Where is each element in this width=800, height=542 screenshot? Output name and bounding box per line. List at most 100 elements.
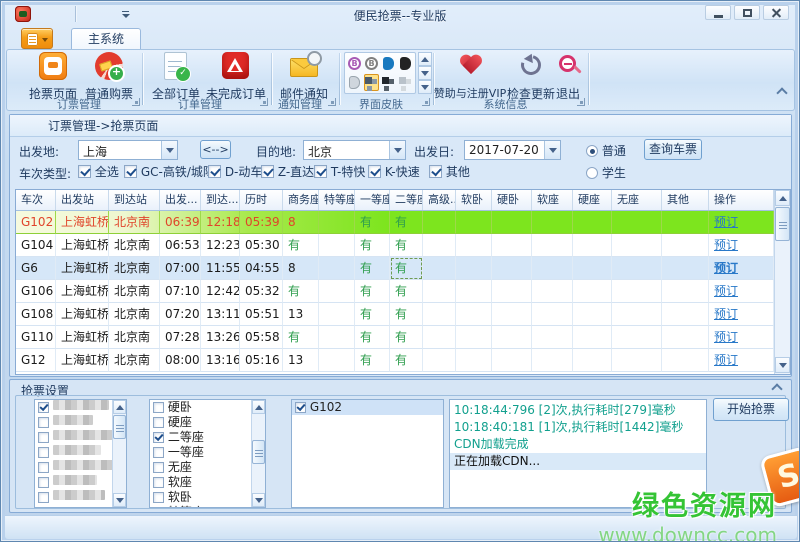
chevron-down-icon[interactable] xyxy=(544,141,560,159)
radio-normal[interactable]: 普通 xyxy=(586,142,626,159)
book-link[interactable]: 预订 xyxy=(714,238,738,252)
train-type-checkbox[interactable]: K-快速 xyxy=(368,163,420,180)
ribbon-button-unfinished-orders[interactable]: 未完成订单 xyxy=(204,52,268,98)
close-button[interactable] xyxy=(763,5,789,20)
column-header[interactable]: 一等座 xyxy=(355,190,390,210)
column-header[interactable]: 操作 xyxy=(709,190,774,210)
list-scrollbar[interactable] xyxy=(112,400,126,507)
ribbon-button-sponsor-vip[interactable]: 赞助与注册VIP xyxy=(433,52,507,98)
date-select[interactable]: 2017-07-20 xyxy=(464,140,561,160)
log-line[interactable]: 正在加载CDN... xyxy=(450,453,706,470)
seat-type-row[interactable]: 硬座 xyxy=(150,415,265,430)
column-header[interactable]: 无座 xyxy=(612,190,662,210)
application-menu-button[interactable] xyxy=(21,28,53,49)
chevron-down-icon[interactable] xyxy=(389,141,405,159)
column-header[interactable]: 出发... xyxy=(160,190,201,210)
table-scrollbar[interactable] xyxy=(774,190,790,374)
gallery-more-button[interactable] xyxy=(418,80,432,94)
ribbon-button-grab-page[interactable]: 抢票页面 xyxy=(27,52,79,98)
selected-train-row[interactable]: G102 xyxy=(292,400,443,415)
table-row[interactable]: G110上海虹桥北京南07:2813:2605:58有有有预订 xyxy=(16,326,790,349)
scroll-up-button[interactable] xyxy=(113,400,126,414)
column-header[interactable]: 硬卧 xyxy=(492,190,532,210)
start-grab-button[interactable]: 开始抢票 xyxy=(713,398,789,421)
dialog-launcher-icon[interactable] xyxy=(132,98,140,106)
table-row[interactable]: G12上海虹桥北京南08:0013:1605:1613有有预订 xyxy=(16,349,790,372)
column-header[interactable]: 特等座 xyxy=(319,190,355,210)
book-link[interactable]: 预订 xyxy=(714,261,738,275)
chevron-down-icon[interactable] xyxy=(161,141,177,159)
scroll-down-button[interactable] xyxy=(113,493,126,507)
table-row[interactable]: G6上海虹桥北京南07:0011:5504:558有有预订 xyxy=(16,257,790,280)
column-header[interactable]: 软卧 xyxy=(456,190,492,210)
list-scrollbar[interactable] xyxy=(251,400,265,507)
swap-button[interactable]: <--> xyxy=(200,140,231,159)
train-type-checkbox[interactable]: Z-直达 xyxy=(261,163,314,180)
column-header[interactable]: 到达站 xyxy=(109,190,160,210)
skin-option[interactable] xyxy=(398,55,413,72)
column-header[interactable]: 车次 xyxy=(16,190,56,210)
skin-option-selected[interactable] xyxy=(364,74,379,91)
seat-type-row[interactable]: 二等座 xyxy=(150,430,265,445)
seat-type-row[interactable]: 软座 xyxy=(150,475,265,490)
scroll-down-button[interactable] xyxy=(252,493,265,507)
book-link[interactable]: 预订 xyxy=(714,215,738,229)
book-link[interactable]: 预订 xyxy=(714,330,738,344)
column-header[interactable]: 硬座 xyxy=(573,190,612,210)
ribbon-button-exit[interactable]: 退出 xyxy=(552,52,584,98)
query-tickets-button[interactable]: 查询车票 xyxy=(644,139,702,160)
column-header[interactable]: 到达... xyxy=(201,190,240,210)
table-row[interactable]: G102上海虹桥北京南06:3912:1805:398有有预订 xyxy=(16,211,790,234)
train-type-checkbox[interactable]: GC-高铁/城际 xyxy=(124,163,215,180)
seat-type-row[interactable]: 软卧 xyxy=(150,490,265,505)
scroll-up-button[interactable] xyxy=(775,190,790,206)
to-select[interactable]: 北京 xyxy=(303,140,406,160)
ribbon-button-mail-notify[interactable]: 邮件通知 xyxy=(276,52,332,98)
train-type-checkbox[interactable]: 全选 xyxy=(78,163,119,180)
skin-option[interactable] xyxy=(398,74,413,91)
log-line[interactable]: 10:18:44:796 [2]次,执行耗时[279]毫秒 xyxy=(450,402,706,419)
scrollbar-thumb[interactable] xyxy=(113,415,126,439)
skin-option[interactable]: B xyxy=(364,55,379,72)
dialog-launcher-icon[interactable] xyxy=(328,98,336,106)
ribbon-button-check-update[interactable]: 检查更新 xyxy=(506,52,556,98)
gallery-scroll-down-button[interactable] xyxy=(418,66,432,80)
column-header[interactable]: 其他 xyxy=(662,190,709,210)
dialog-launcher-icon[interactable] xyxy=(260,98,268,106)
train-type-checkbox[interactable]: D-动车 xyxy=(208,163,262,180)
log-line[interactable]: 10:18:40:181 [1]次,执行耗时[1442]毫秒 xyxy=(450,419,706,436)
skin-option[interactable] xyxy=(347,74,362,91)
scrollbar-thumb[interactable] xyxy=(775,207,790,241)
tab-main-system[interactable]: 主系统 xyxy=(71,28,141,50)
scrollbar-thumb[interactable] xyxy=(252,440,265,464)
radio-student[interactable]: 学生 xyxy=(586,164,626,181)
train-type-checkbox[interactable]: 其他 xyxy=(429,163,470,180)
gallery-scroll-up-button[interactable] xyxy=(418,52,432,66)
ribbon-button-normal-purchase[interactable]: 普通购票 xyxy=(81,52,137,98)
log-line[interactable]: CDN加载完成 xyxy=(450,436,706,453)
skin-option[interactable] xyxy=(381,55,396,72)
minimize-button[interactable] xyxy=(705,5,731,20)
column-header[interactable]: 软座 xyxy=(532,190,573,210)
seat-type-row[interactable]: 硬卧 xyxy=(150,400,265,415)
seat-type-row[interactable]: 特等座 xyxy=(150,505,265,508)
skin-option[interactable] xyxy=(381,74,396,91)
column-header[interactable]: 高级... xyxy=(423,190,456,210)
column-header[interactable]: 历时 xyxy=(240,190,283,210)
column-header[interactable]: 商务座 xyxy=(283,190,319,210)
column-header[interactable]: 出发站 xyxy=(56,190,109,210)
skin-option[interactable]: B xyxy=(347,55,362,72)
train-type-checkbox[interactable]: T-特快 xyxy=(314,163,365,180)
table-row[interactable]: G106上海虹桥北京南07:1012:4205:32有有有预订 xyxy=(16,280,790,303)
scroll-down-button[interactable] xyxy=(775,357,790,373)
book-link[interactable]: 预订 xyxy=(714,284,738,298)
table-row[interactable]: G108上海虹桥北京南07:2013:1105:5113有有预订 xyxy=(16,303,790,326)
seat-type-row[interactable]: 一等座 xyxy=(150,445,265,460)
ribbon-button-all-orders[interactable]: 全部订单 xyxy=(149,52,203,98)
column-header[interactable]: 二等座 xyxy=(390,190,423,210)
dialog-launcher-icon[interactable] xyxy=(422,98,430,106)
seat-type-row[interactable]: 无座 xyxy=(150,460,265,475)
dialog-launcher-icon[interactable] xyxy=(577,98,585,106)
book-link[interactable]: 预订 xyxy=(714,353,738,367)
maximize-button[interactable] xyxy=(734,5,760,20)
